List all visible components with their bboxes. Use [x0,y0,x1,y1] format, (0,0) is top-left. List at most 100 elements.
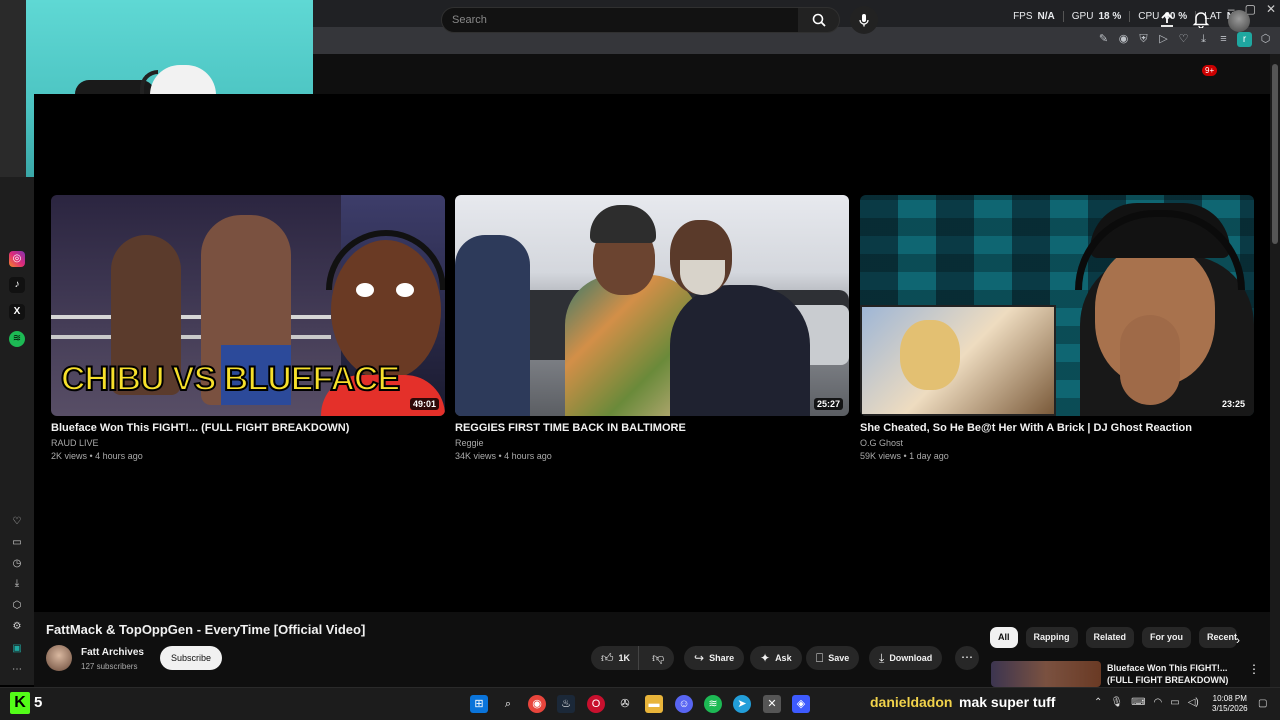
up-next-title[interactable]: Blueface Won This FIGHT!... (FULL FIGHT … [1107,662,1237,686]
performance-overlay: FPSN/A GPU18 % CPU60 % LATN/A [1005,11,1252,22]
clock-date: 3/15/2026 [1212,704,1248,713]
chrome-icon[interactable]: ◉ [528,695,546,713]
video-title[interactable]: REGGIES FIRST TIME BACK IN BALTIMORE [455,422,849,435]
notification-icon[interactable]: ▢ [1258,698,1267,709]
video-thumbnail[interactable]: CHIBU VS BLUEFACE 49:01 [51,195,445,416]
steam-icon[interactable]: ♨ [557,695,575,713]
folder-icon[interactable]: ▬ [645,695,663,713]
telegram-icon[interactable]: ➤ [733,695,751,713]
download-icon[interactable]: ⤓ [9,576,25,592]
menu-icon[interactable]: ≡ [1217,33,1230,46]
scrollbar-thumb[interactable] [1272,64,1278,244]
ask-button[interactable]: ✦ Ask [750,646,802,670]
tiktok-icon[interactable]: ♪ [9,277,25,293]
video-duration: 49:01 [409,398,439,410]
channel-name[interactable]: RAUD LIVE [51,438,445,448]
browser-sidebar: ◎ ♪ X ≋ ♡ ▭ ◷ ⤓ ⬡ ⚙ ▣ ⋯ [0,177,34,685]
thumbs-down-icon: 👎︎ [652,650,665,665]
video-thumbnail[interactable]: 23:25 [860,195,1254,416]
voice-search-button[interactable] [850,6,878,34]
system-tray: ⌃ 🎙︎ ⌨ ◠ ▭ ◁) [1094,697,1199,708]
capcut-icon[interactable]: ✕ [763,695,781,713]
save-button[interactable]: ⎕ Save [806,646,860,670]
channel-name[interactable]: Reggie [455,438,849,448]
save-label: Save [828,653,850,663]
video-title[interactable]: Blueface Won This FIGHT!... (FULL FIGHT … [51,422,445,435]
kick-logo-icon[interactable]: K [10,692,30,714]
more-actions-button[interactable]: ⋯ [955,646,979,670]
mic-icon [859,14,869,27]
watch-title: FattMack & TopOppGen - EveryTime [Offici… [46,622,366,637]
chat-icon[interactable]: ▭ [9,535,25,551]
chip-recent[interactable]: Recent [1199,627,1238,648]
dislike-button[interactable]: 👎︎ [644,646,674,670]
keyboard-icon[interactable]: ⌨ [1131,697,1145,708]
create-button[interactable] [1158,10,1176,33]
bell-icon [1192,12,1210,29]
close-icon[interactable]: ✕ [1266,2,1276,16]
video-card[interactable]: CHIBU VS BLUEFACE 49:01 Blueface Won Thi… [51,195,445,461]
spotify-icon[interactable]: ≋ [9,331,25,347]
chevron-right-icon[interactable]: › [1236,633,1240,647]
chip-all[interactable]: All [990,627,1018,648]
chip-related[interactable]: Related [1085,627,1135,648]
app-icon-blue[interactable]: ◈ [792,695,810,713]
more-vertical-icon[interactable]: ⋮ [1248,662,1260,676]
more-icon[interactable]: ⋯ [9,662,25,678]
camera-icon[interactable]: ◉ [1117,33,1130,46]
profile-icon[interactable]: r [1237,32,1252,47]
video-title[interactable]: She Cheated, So He Be@t Her With A Brick… [860,422,1254,435]
page-scrollbar[interactable] [1270,54,1280,687]
video-duration: 23:25 [1221,399,1245,409]
video-card[interactable]: 23:25 She Cheated, So He Be@t Her With A… [860,195,1254,461]
app-icon[interactable]: ▣ [9,641,25,657]
clock[interactable]: 10:08 PM 3/15/2026 [1212,694,1248,714]
history-icon[interactable]: ◷ [9,556,25,572]
channel-name[interactable]: O.G Ghost [860,438,1254,448]
channel-name[interactable]: Fatt Archives [81,647,144,658]
cube-icon[interactable]: ⬡ [9,598,25,614]
search-input[interactable] [442,8,798,32]
chip-for-you[interactable]: For you [1142,627,1192,648]
chevron-up-icon[interactable]: ⌃ [1094,697,1102,708]
extensions-icon[interactable]: ⬡ [1259,33,1272,46]
download-button[interactable]: ⤓ Download [869,646,943,670]
recommendation-chips: All Rapping Related For you Recent [990,627,1238,648]
instagram-icon[interactable]: ◎ [9,251,25,267]
start-icon[interactable]: ⊞ [470,695,488,713]
video-thumbnail[interactable]: 25:27 [455,195,849,416]
share-button[interactable]: ↪ Share [684,646,745,670]
opera-icon[interactable]: O [587,695,605,713]
heart-icon[interactable]: ♡ [9,514,25,530]
chip-rapping[interactable]: Rapping [1025,627,1078,648]
volume-icon[interactable]: ◁) [1188,697,1199,708]
wifi-icon[interactable]: ◠ [1154,697,1163,708]
notification-badge: 9+ [1202,65,1218,76]
channel-avatar[interactable] [46,645,72,671]
video-meta: 2K views • 4 hours ago [51,451,143,461]
subscribe-button[interactable]: Subscribe [160,646,223,670]
extension-icons: ✎ ◉ ⛨ ▷ ♡ ⤓ ≡ r ⬡ [1097,32,1272,47]
settings-icon[interactable]: ⚙ [9,619,25,635]
edit-icon[interactable]: ✎ [1097,33,1110,46]
battery-icon[interactable]: ▭ [1170,697,1179,708]
spotify-icon[interactable]: ≋ [704,695,722,713]
fps-label: FPS [1013,11,1033,22]
up-next-thumbnail[interactable] [991,661,1101,687]
video-card[interactable]: 25:27 REGGIES FIRST TIME BACK IN BALTIMO… [455,195,849,461]
download-icon[interactable]: ⤓ [1197,33,1210,46]
x-twitter-icon[interactable]: X [9,304,25,320]
discord-icon[interactable]: ☺ [675,695,693,713]
mic-icon[interactable]: 🎙︎ [1110,697,1123,708]
like-button[interactable]: 👍︎ 1K [591,646,640,670]
play-icon[interactable]: ▷ [1157,33,1170,46]
search-icon[interactable]: ⌕ [499,695,517,713]
account-avatar[interactable] [1228,10,1250,32]
shield-icon[interactable]: ⛨ [1137,33,1150,46]
download-icon: ⤓ [879,650,885,665]
notifications-button[interactable] [1192,10,1210,33]
heart-icon[interactable]: ♡ [1177,33,1190,46]
windows-taskbar: K 5 ⊞ ⌕ ◉ ♨ O ✇ ▬ ☺ ≋ ➤ ✕ ◈ danieldadon … [0,687,1280,720]
app-icon[interactable]: ✇ [616,695,634,713]
search-button[interactable] [798,7,840,33]
